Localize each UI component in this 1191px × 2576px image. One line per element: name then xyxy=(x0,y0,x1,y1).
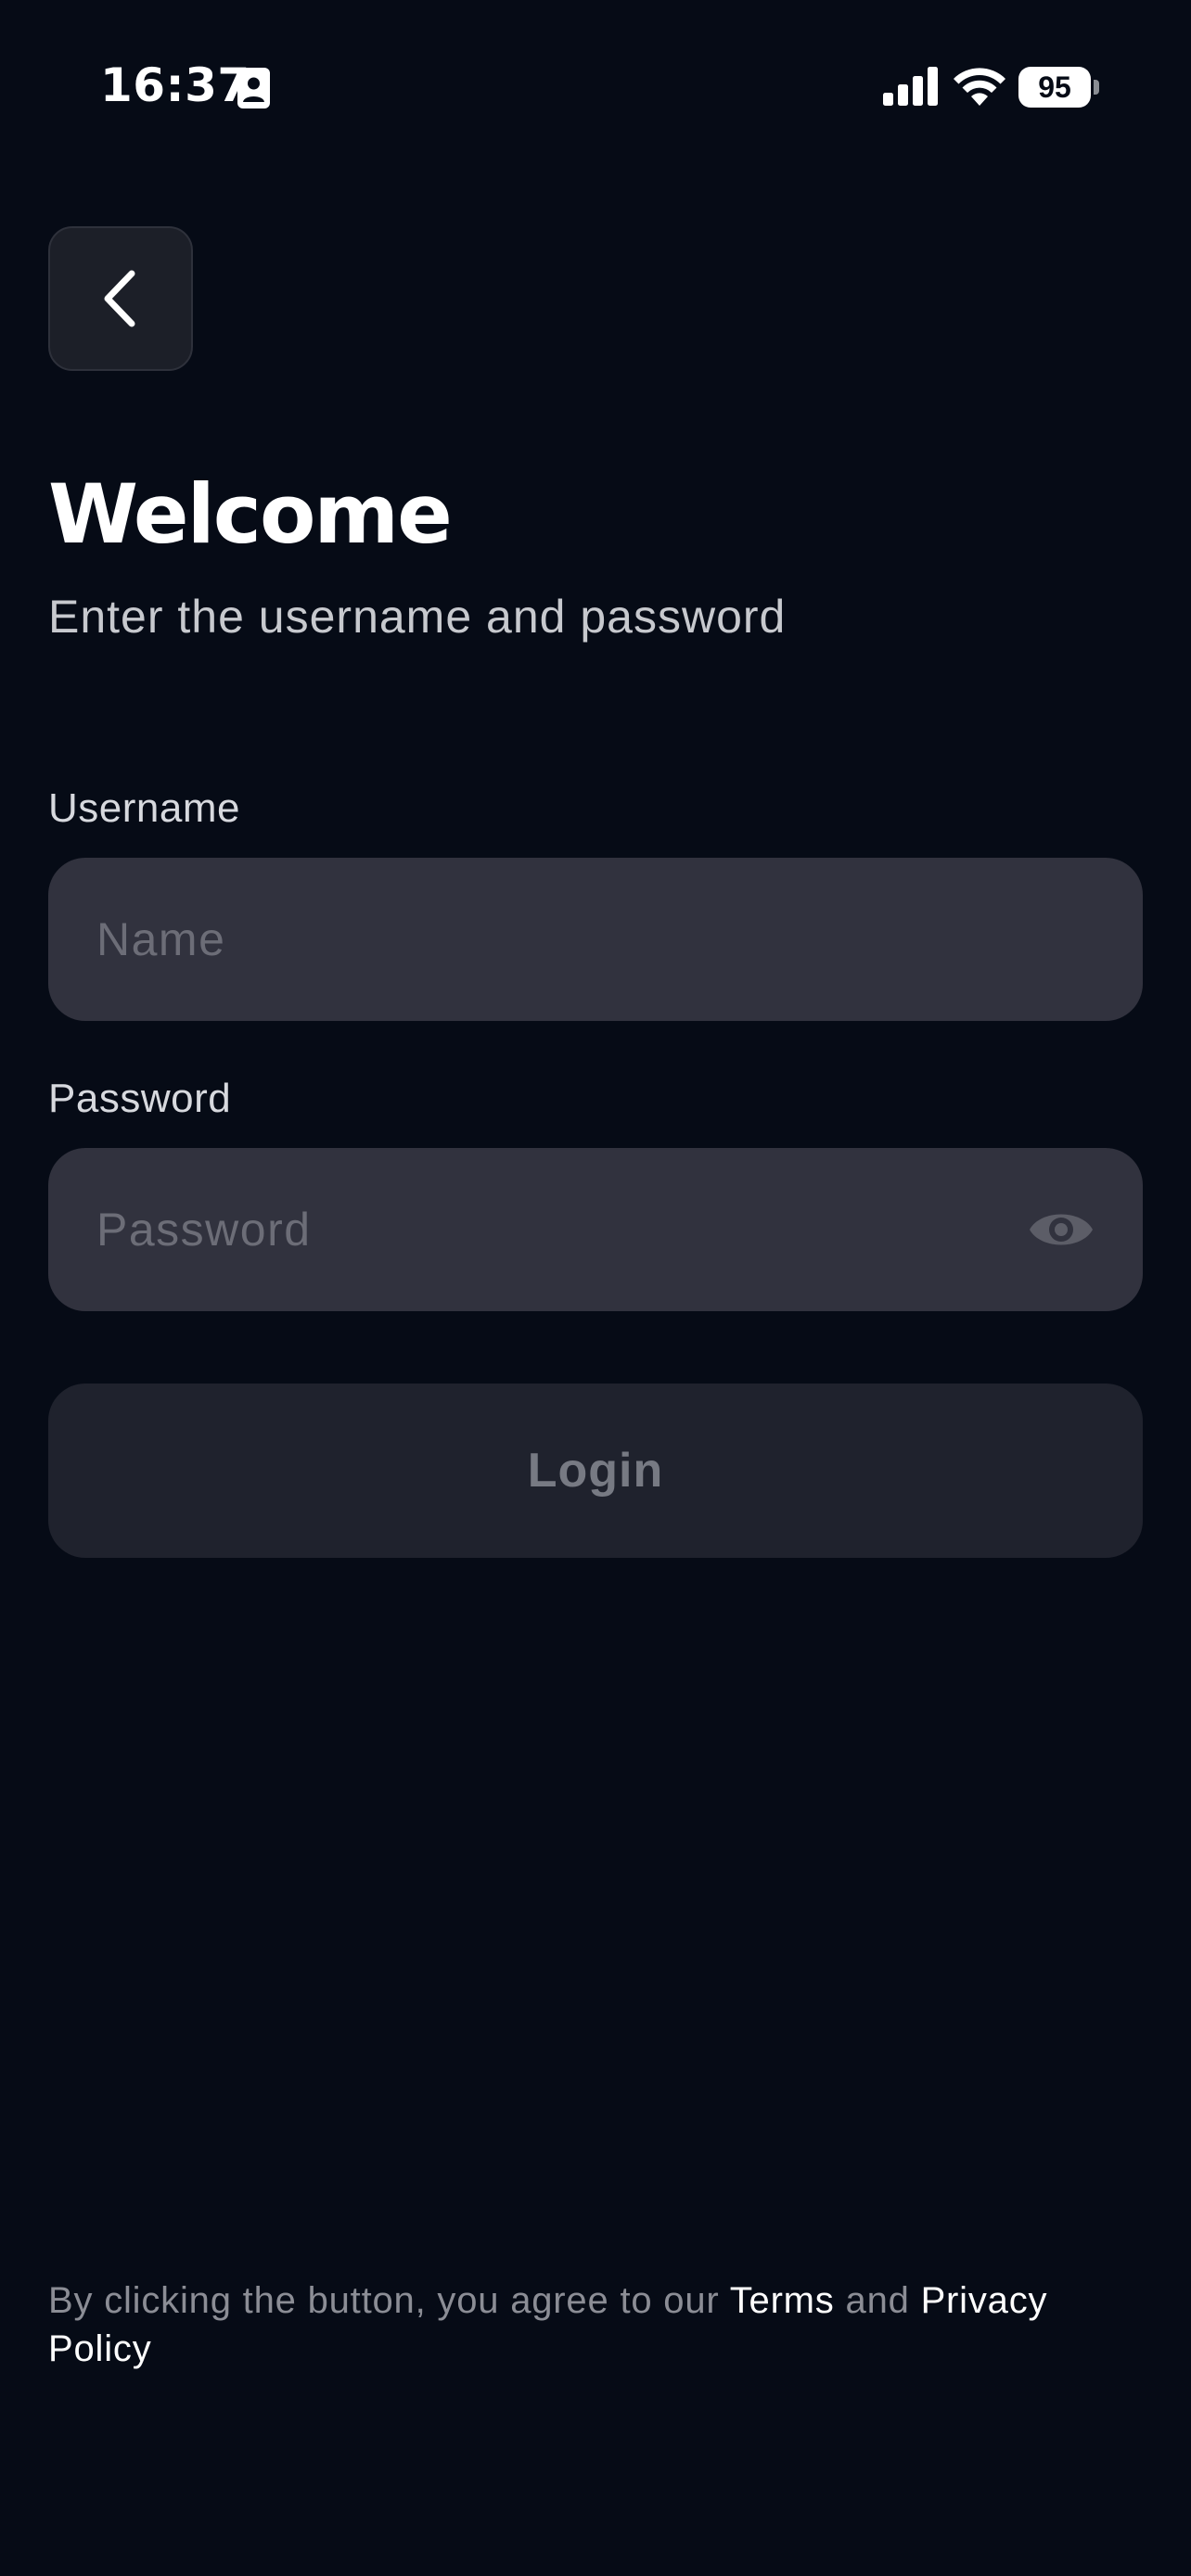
password-field-container xyxy=(48,1148,1143,1311)
chevron-left-icon xyxy=(104,270,135,327)
page-subtitle: Enter the username and password xyxy=(48,591,787,643)
battery-level: 95 xyxy=(1018,67,1091,108)
username-label: Username xyxy=(48,785,240,831)
login-button[interactable]: Login xyxy=(48,1384,1143,1558)
battery-indicator: 95 xyxy=(1018,67,1100,108)
username-input[interactable] xyxy=(96,858,1024,1021)
eye-icon[interactable] xyxy=(1028,1200,1095,1259)
cellular-signal-icon xyxy=(883,67,938,106)
terms-notice-prefix: By clicking the button, you agree to our xyxy=(48,2280,730,2321)
battery-cap xyxy=(1094,80,1099,95)
terms-link[interactable]: Terms xyxy=(730,2280,835,2321)
username-field-container xyxy=(48,858,1143,1021)
terms-notice: By clicking the button, you agree to our… xyxy=(48,2276,1152,2373)
page-title: Welcome xyxy=(48,466,453,562)
password-label: Password xyxy=(48,1076,232,1121)
terms-notice-middle: and xyxy=(834,2280,921,2321)
password-input[interactable] xyxy=(96,1148,1024,1311)
wifi-icon xyxy=(954,68,1005,106)
back-button[interactable] xyxy=(48,226,193,371)
contact-card-icon xyxy=(237,68,270,108)
status-time: 16:37 xyxy=(100,58,250,112)
status-bar: 16:37 95 xyxy=(0,0,1191,176)
